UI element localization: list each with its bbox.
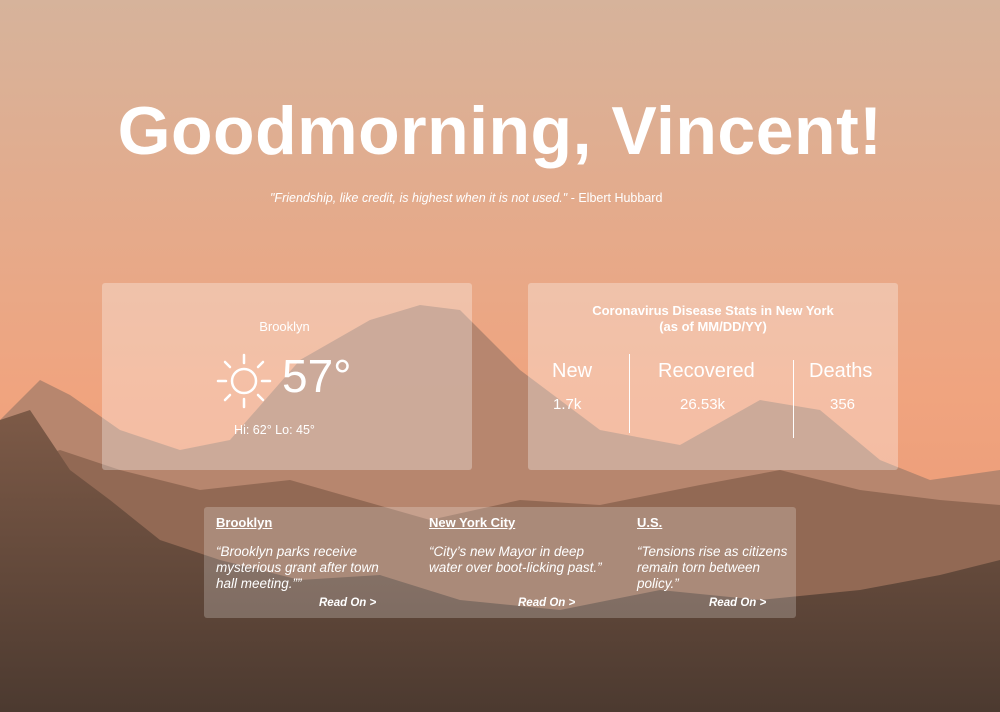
covid-title-line1: Coronavirus Disease Stats in New York bbox=[592, 303, 834, 318]
weather-hilo: Hi: 62° Lo: 45° bbox=[234, 423, 315, 437]
stat-deaths-value: 356 bbox=[830, 396, 856, 413]
daily-quote: "Friendship, like credit, is highest whe… bbox=[270, 191, 730, 205]
news-item-nyc: New York City “City’s new Mayor in deep … bbox=[429, 515, 609, 576]
stat-recovered-label: Recovered bbox=[658, 360, 755, 382]
weather-card: Brooklyn 57° Hi: 62° Lo: 45° bbox=[102, 283, 472, 470]
news-heading-link[interactable]: New York City bbox=[429, 515, 609, 530]
news-card: Brooklyn “Brooklyn parks receive mysteri… bbox=[204, 507, 796, 618]
greeting-title: Goodmorning, Vincent! bbox=[117, 93, 883, 169]
news-heading-link[interactable]: U.S. bbox=[637, 515, 802, 530]
covid-title-line2: (as of MM/DD/YY) bbox=[659, 319, 767, 334]
weather-city: Brooklyn bbox=[259, 319, 310, 334]
read-on-link[interactable]: Read On > bbox=[709, 597, 766, 609]
quote-text: "Friendship, like credit, is highest whe… bbox=[270, 191, 568, 205]
read-on-link[interactable]: Read On > bbox=[319, 597, 376, 609]
covid-stats-card: Coronavirus Disease Stats in New York (a… bbox=[528, 283, 898, 470]
stat-deaths-label: Deaths bbox=[809, 360, 873, 382]
news-heading-link[interactable]: Brooklyn bbox=[216, 515, 396, 530]
read-on-link[interactable]: Read On > bbox=[518, 597, 575, 609]
covid-title: Coronavirus Disease Stats in New York (a… bbox=[528, 303, 898, 335]
sun-icon bbox=[216, 353, 272, 409]
stat-divider bbox=[629, 354, 630, 433]
stat-recovered-value: 26.53k bbox=[680, 396, 726, 413]
stat-new-value: 1.7k bbox=[553, 396, 582, 413]
news-item-brooklyn: Brooklyn “Brooklyn parks receive mysteri… bbox=[216, 515, 396, 592]
news-item-us: U.S. “Tensions rise as citizens remain t… bbox=[637, 515, 802, 592]
news-headline: “Tensions rise as citizens remain torn b… bbox=[637, 544, 788, 591]
news-headline: “City’s new Mayor in deep water over boo… bbox=[429, 544, 602, 575]
quote-author: - Elbert Hubbard bbox=[567, 191, 663, 205]
weather-temperature: 57° bbox=[282, 350, 352, 402]
stat-new-label: New bbox=[552, 360, 593, 382]
news-headline: “Brooklyn parks receive mysterious grant… bbox=[216, 544, 379, 591]
stat-divider bbox=[793, 360, 794, 438]
